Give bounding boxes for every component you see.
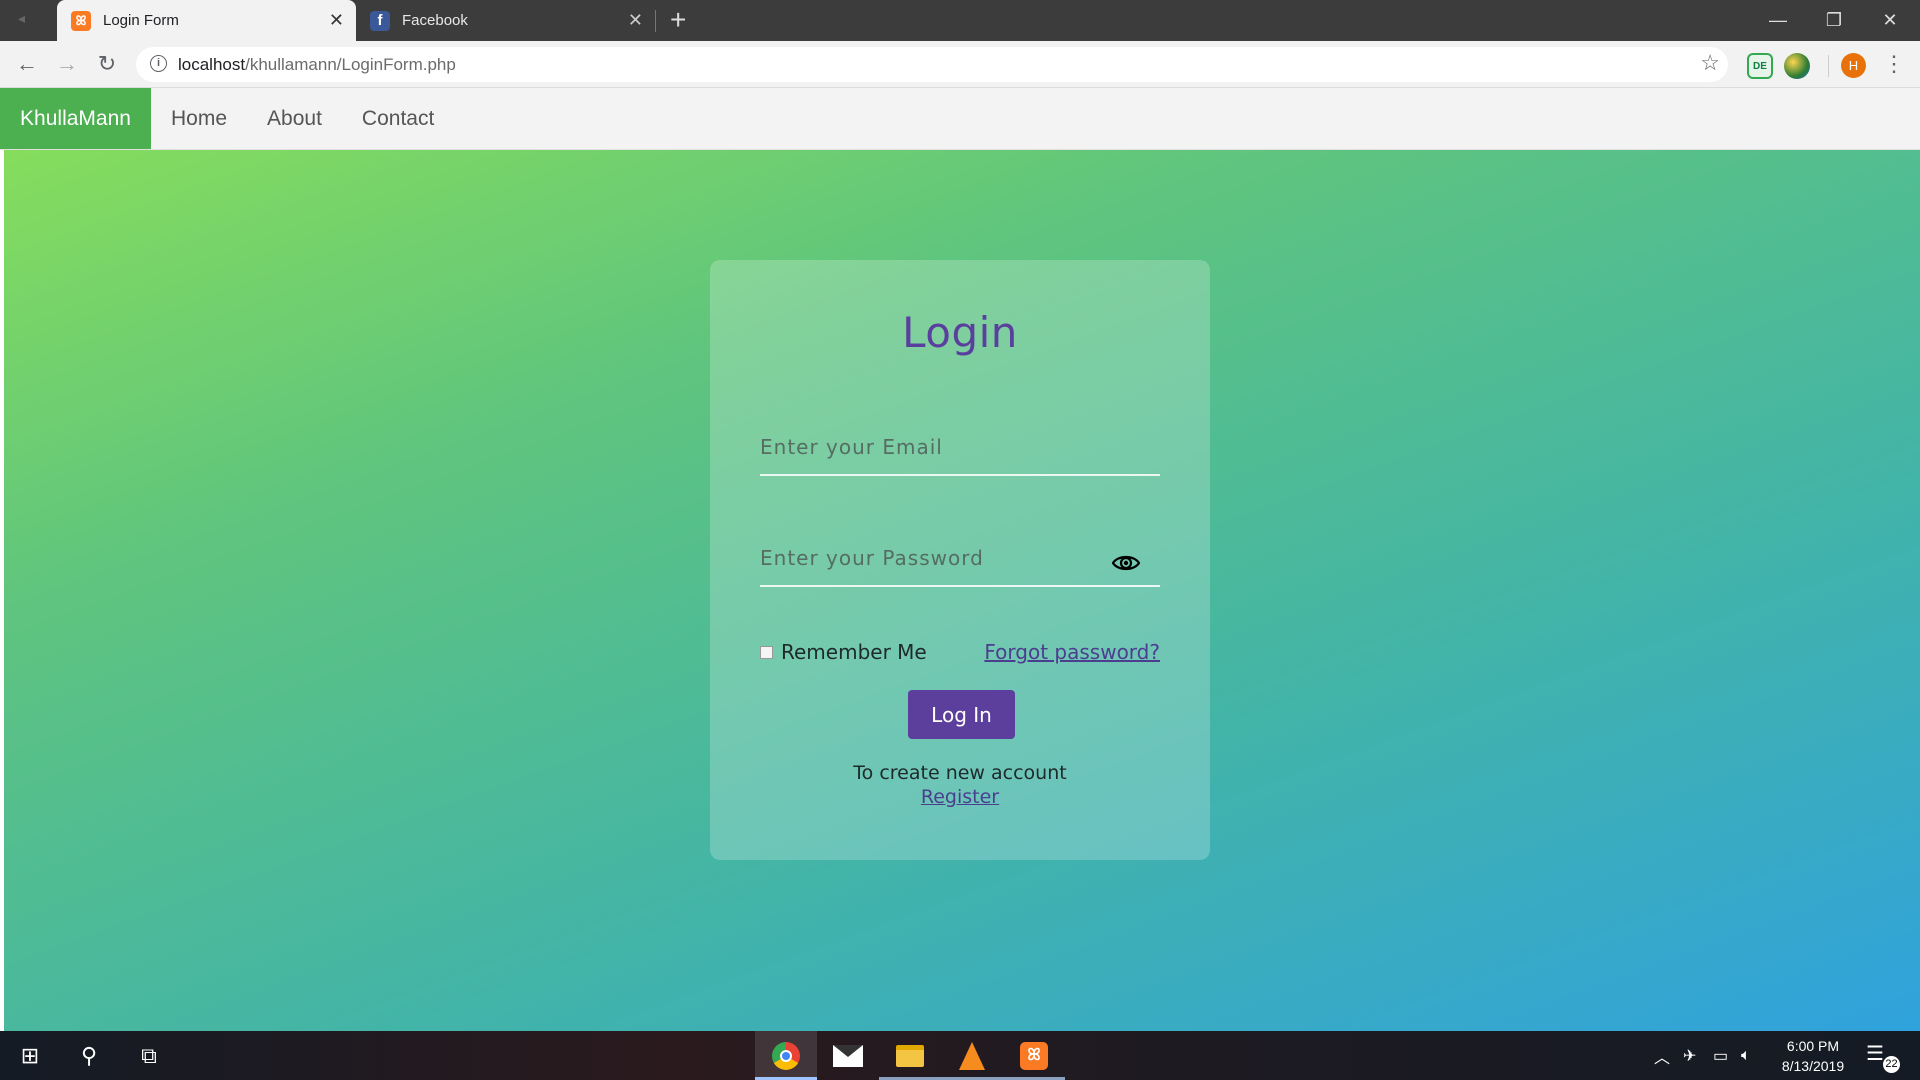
profile-avatar[interactable]: H <box>1841 53 1866 78</box>
mail-icon <box>833 1044 863 1067</box>
remember-me-label[interactable]: Remember Me <box>781 640 927 664</box>
url-text[interactable]: localhost/khullamann/LoginForm.php <box>178 55 456 75</box>
reload-button[interactable]: ↻ <box>92 49 122 79</box>
windows-start-icon[interactable]: ⊞ <box>5 1031 55 1080</box>
browser-tab-bar: ◂ ꕤ Login Form ✕ f Facebook ✕ + — ❐ ✕ <box>0 0 1920 41</box>
new-tab-button[interactable]: + <box>670 4 686 36</box>
xampp-icon: ꕤ <box>71 10 91 31</box>
hero-background: Login Remember Me Forgot password? Log I… <box>4 150 1920 1031</box>
facebook-icon: f <box>370 10 390 31</box>
show-password-eye-icon[interactable] <box>1112 553 1140 573</box>
task-view-icon[interactable]: ⧉ <box>124 1031 174 1080</box>
email-input[interactable] <box>760 430 1120 464</box>
translate-extension-icon[interactable]: DE <box>1747 53 1773 79</box>
remember-me: Remember Me <box>760 640 927 664</box>
tab-title: Facebook <box>402 12 468 29</box>
taskbar-app-chrome[interactable] <box>755 1031 817 1080</box>
tab-facebook[interactable]: f Facebook ✕ <box>356 0 655 41</box>
chrome-icon <box>772 1041 800 1070</box>
tab-login-form[interactable]: ꕤ Login Form ✕ <box>57 0 356 41</box>
minimize-button[interactable]: — <box>1750 0 1806 41</box>
browser-toolbar: ← → ↻ i localhost/khullamann/LoginForm.p… <box>0 41 1920 88</box>
taskbar-app-vlc[interactable] <box>941 1031 1003 1080</box>
chevron-up-icon[interactable]: ︿ <box>1654 1031 1670 1080</box>
file-explorer-icon <box>896 1044 924 1067</box>
system-clock[interactable]: 6:00 PM 8/13/2019 <box>1768 1036 1858 1076</box>
tab-separator <box>655 10 656 32</box>
back-button[interactable]: ← <box>12 49 42 79</box>
search-icon[interactable]: ⚲ <box>64 1031 114 1080</box>
close-icon[interactable]: ✕ <box>628 10 643 31</box>
address-bar[interactable]: i localhost/khullamann/LoginForm.php ☆ <box>136 47 1728 82</box>
taskbar-app-file-explorer[interactable] <box>879 1031 941 1080</box>
forgot-password-link[interactable]: Forgot password? <box>984 640 1160 664</box>
clock-time: 6:00 PM <box>1786 1038 1840 1054</box>
close-window-button[interactable]: ✕ <box>1862 0 1918 41</box>
nav-link-home[interactable]: Home <box>151 88 247 149</box>
url-path: /khullamann/LoginForm.php <box>245 55 456 74</box>
tab-scroll-icon[interactable]: ◂ <box>18 10 25 27</box>
bookmark-star-icon[interactable]: ☆ <box>1700 50 1720 76</box>
xampp-icon: ꕤ <box>1020 1041 1048 1070</box>
action-center-icon[interactable]: ☰ 22 <box>1866 1041 1900 1073</box>
airplane-mode-icon[interactable]: ✈ <box>1683 1031 1696 1080</box>
taskbar-app-mail[interactable] <box>817 1031 879 1080</box>
battery-icon[interactable]: ▭ <box>1713 1031 1728 1080</box>
site-navbar: KhullaMann Home About Contact <box>0 88 1920 150</box>
clock-date: 8/13/2019 <box>1781 1058 1845 1074</box>
restore-button[interactable]: ❐ <box>1806 0 1862 41</box>
globe-extension-icon[interactable] <box>1784 53 1810 79</box>
tab-title: Login Form <box>103 12 179 29</box>
windows-taskbar: ⊞ ⚲ ⧉ ꕤ ︿ ✈ ▭ 🔈︎ 6:00 PM 8/13/2019 ☰ 22 <box>0 1031 1920 1080</box>
nav-link-about[interactable]: About <box>247 88 342 149</box>
web-page: KhullaMann Home About Contact Login Reme… <box>0 88 1920 1031</box>
url-host: localhost <box>178 55 246 74</box>
info-icon[interactable]: i <box>150 55 167 72</box>
brand-link[interactable]: KhullaMann <box>0 88 151 149</box>
browser-menu-icon[interactable]: ⋮ <box>1883 51 1905 77</box>
login-card: Login Remember Me Forgot password? Log I… <box>710 260 1210 860</box>
login-heading: Login <box>902 308 1018 357</box>
create-account-text: To create new account <box>853 762 1067 784</box>
email-field-wrapper <box>760 424 1160 476</box>
password-input[interactable] <box>760 541 1120 575</box>
password-field-wrapper <box>760 535 1160 587</box>
vlc-icon <box>959 1041 985 1070</box>
remember-me-checkbox[interactable] <box>760 645 773 659</box>
notification-count: 22 <box>1883 1056 1900 1073</box>
close-icon[interactable]: ✕ <box>329 10 344 31</box>
taskbar-app-xampp[interactable]: ꕤ <box>1003 1031 1065 1080</box>
login-button[interactable]: Log In <box>908 690 1015 739</box>
forward-button[interactable]: → <box>52 49 82 79</box>
register-link[interactable]: Register <box>710 786 1210 808</box>
nav-link-contact[interactable]: Contact <box>342 88 454 149</box>
volume-icon[interactable]: 🔈︎ <box>1741 1031 1751 1080</box>
toolbar-separator <box>1828 55 1829 77</box>
